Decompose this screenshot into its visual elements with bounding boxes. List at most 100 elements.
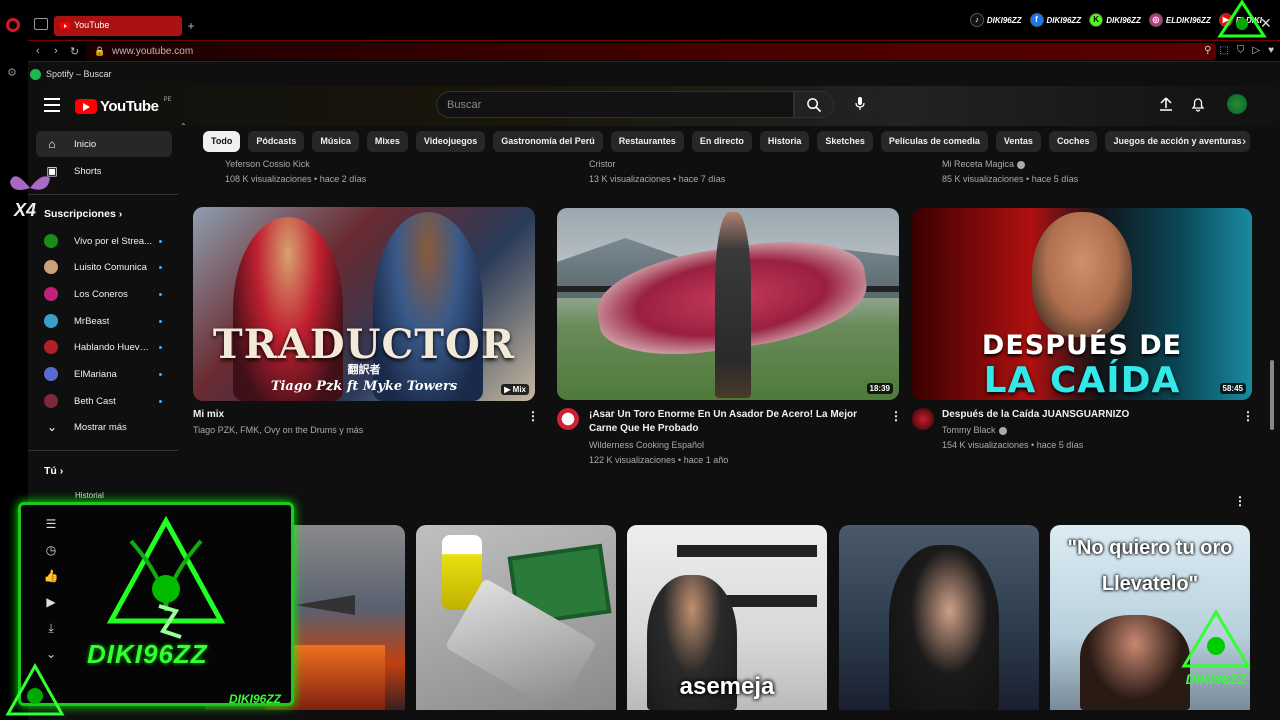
channel-avatar <box>44 234 58 248</box>
verified-icon <box>1017 160 1026 169</box>
facebook-icon: f <box>1029 13 1044 27</box>
voice-search-button[interactable] <box>847 91 873 117</box>
snapshot-icon[interactable]: ⬚ <box>1219 45 1228 56</box>
thumbnail-rifle <box>717 595 817 607</box>
short-thumbnail[interactable]: asemeja <box>627 525 827 710</box>
bookmark-spotify[interactable]: Spotify – Buscar <box>30 64 112 84</box>
short-thumbnail[interactable] <box>839 525 1039 710</box>
search-box <box>436 91 794 118</box>
tab-youtube[interactable]: YouTube <box>54 16 182 36</box>
more-options-icon[interactable]: ⋮ <box>1234 494 1246 508</box>
chip[interactable]: Todo <box>203 131 241 152</box>
thumbnail-helicopter <box>295 595 355 615</box>
video-thumbnail[interactable]: TRADUCTOR 翻訳者 Tiago Pzk ft Myke Towers ▶… <box>193 207 535 401</box>
sidebar-item-shorts[interactable]: ▣ Shorts <box>36 158 172 184</box>
chip[interactable]: Mixes <box>366 131 408 152</box>
sidebar-channel[interactable]: Vivo por el Strea... <box>36 228 172 254</box>
youtube-logo[interactable]: YouTube PE <box>75 97 171 115</box>
video-title[interactable]: Después de la Caída JUANSGUARNIZO <box>942 408 1129 422</box>
video-title[interactable]: Mi mix <box>193 408 224 422</box>
short-caption: Llevatelo" <box>1101 573 1199 595</box>
channel-name[interactable]: Cristor <box>589 159 616 169</box>
more-options-icon[interactable]: ⋮ <box>527 409 539 423</box>
search-input[interactable] <box>437 92 793 117</box>
notifications-icon[interactable] <box>1190 96 1206 112</box>
sidebar-item-home[interactable]: ⌂ Inicio <box>36 131 172 157</box>
sidebar-channel[interactable]: ElMariana <box>36 361 172 387</box>
chip[interactable]: Juegos de acción y aventuras <box>1105 131 1250 152</box>
channel-avatar[interactable] <box>557 408 579 430</box>
shield-icon[interactable]: ⛉ <box>1237 45 1245 56</box>
channel-name[interactable]: Mi Receta Magica <box>942 159 1026 169</box>
reload-icon[interactable]: ↻ <box>70 45 79 58</box>
subscriptions-heading[interactable]: Suscripciones › <box>44 208 122 220</box>
pin-icon[interactable]: ⚲ <box>1204 45 1211 56</box>
chip[interactable]: Pódcasts <box>248 131 305 152</box>
social-tiktok: ♪ DIKI96ZZ <box>969 10 1022 30</box>
chip[interactable]: Videojuegos <box>415 131 486 152</box>
chip[interactable]: Películas de comedia <box>880 131 988 152</box>
chevron-up-icon[interactable]: ⌃ <box>180 122 187 131</box>
sidebar-show-more[interactable]: ⌄ Mostrar más <box>36 414 172 440</box>
you-heading[interactable]: Tú › <box>44 465 63 477</box>
video-thumbnail[interactable]: 18:39 <box>557 208 899 400</box>
social-facebook: f DIKI96ZZ <box>1029 10 1081 30</box>
sidebar-channel[interactable]: Beth Cast <box>36 388 172 414</box>
avatar[interactable] <box>1227 94 1247 114</box>
live-dot <box>159 239 162 243</box>
chip[interactable]: Gastronomía del Perú <box>493 131 603 152</box>
sidebar-channel[interactable]: Luisito Comunica <box>36 254 172 280</box>
chevron-right-icon[interactable]: › <box>1242 131 1256 152</box>
chip[interactable]: Historia <box>759 131 810 152</box>
chip[interactable]: En directo <box>691 131 752 152</box>
more-options-icon[interactable]: ⋮ <box>1242 409 1254 423</box>
new-tab-button[interactable]: + <box>184 16 198 36</box>
youtube-favicon-icon <box>60 22 70 29</box>
sidebar-item-history[interactable]: Historial <box>75 491 104 500</box>
search-button[interactable] <box>794 91 834 118</box>
close-icon[interactable]: ✕ <box>1260 16 1274 30</box>
chevron-right-icon: › <box>59 465 64 477</box>
url-text: www.youtube.com <box>112 46 194 57</box>
clock-icon[interactable]: ◷ <box>41 543 61 569</box>
video-thumbnail[interactable]: DESPUÉS DE LA CAÍDA 58:45 <box>912 208 1252 400</box>
short-thumbnail[interactable] <box>416 525 616 710</box>
channel-name[interactable]: Tommy Black <box>942 423 1007 438</box>
thumbs-up-icon[interactable]: 👍 <box>41 569 61 595</box>
chip[interactable]: Coches <box>1048 131 1098 152</box>
more-options-icon[interactable]: ⋮ <box>890 409 902 423</box>
heart-icon[interactable]: ♥ <box>1268 45 1274 56</box>
extensions-icon[interactable]: ⚙ <box>7 66 21 80</box>
chip[interactable]: Música <box>312 131 359 152</box>
instagram-icon: ◎ <box>1148 13 1163 27</box>
menu-icon[interactable] <box>44 98 60 112</box>
upload-icon[interactable] <box>1158 96 1174 112</box>
sidebar-channel[interactable]: MrBeast <box>36 308 172 334</box>
video-title[interactable]: ¡Asar Un Toro Enorme En Un Asador De Ace… <box>589 408 857 436</box>
chip[interactable]: Restaurantes <box>610 131 684 152</box>
player-icon[interactable]: ▷ <box>1252 45 1260 56</box>
sidebar-channel[interactable]: Los Coneros <box>36 281 172 307</box>
forward-icon[interactable]: › <box>54 45 58 57</box>
microphone-icon <box>855 97 865 110</box>
opera-logo-icon[interactable] <box>6 18 20 32</box>
filter-chips: Todo Pódcasts Música Mixes Videojuegos G… <box>203 131 1250 153</box>
video-duration: 18:39 <box>866 383 893 394</box>
channel-avatar[interactable] <box>912 408 934 430</box>
url-field[interactable]: 🔒 www.youtube.com <box>86 43 1216 60</box>
tiktok-icon: ♪ <box>969 13 984 27</box>
scrollbar[interactable] <box>1270 360 1274 430</box>
corner-logo-icon <box>5 662 65 716</box>
chip[interactable]: Ventas <box>995 131 1041 152</box>
download-icon[interactable]: ⤓ <box>41 621 61 647</box>
back-icon[interactable]: ‹ <box>36 45 40 57</box>
channel-name[interactable]: Wilderness Cooking Español <box>589 438 704 453</box>
video-meta: 122 K visualizaciones • hace 1 año <box>589 455 729 465</box>
tab-island-icon[interactable] <box>34 18 48 30</box>
sidebar-channel[interactable]: Hablando Huevadas <box>36 334 172 360</box>
channel-avatar <box>44 314 58 328</box>
list-icon[interactable]: ☰ <box>41 517 61 543</box>
play-square-icon[interactable]: ▶ <box>41 595 61 621</box>
channel-name[interactable]: Yeferson Cossio Kick <box>225 159 310 169</box>
chip[interactable]: Sketches <box>817 131 873 152</box>
